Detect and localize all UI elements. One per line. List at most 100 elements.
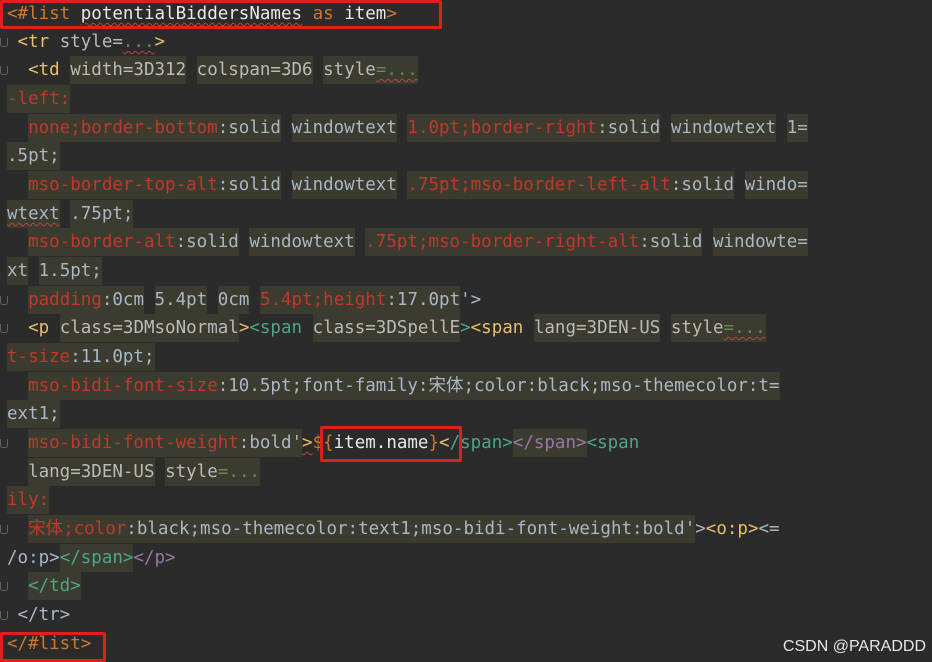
code-token: mso-bidi-font-weight [28,429,239,457]
code-line[interactable]: <p class=3DMsoNormal><span class=3DSpell… [7,314,766,342]
code-token: =... [375,56,418,84]
code-token: > [302,433,313,453]
code-token: :solid [217,114,281,142]
code-token: :solid [670,171,735,199]
code-line[interactable]: -left: [7,85,71,113]
code-token: :11.0pt; [70,343,155,371]
code-token: <span [249,318,313,338]
code-line[interactable]: lang=3DEN-US style=... [7,458,260,486]
code-token: ily: [7,486,50,514]
code-token: mso-border-top-alt [28,171,218,199]
code-token: = [112,32,123,52]
code-token: :10.5pt;font-family:宋体;color:black;mso-t… [217,372,780,400]
code-token: lang=3DEN-US [28,458,155,486]
code-token: class=3DSpellE [312,314,461,342]
code-token: windo= [744,171,808,199]
code-line[interactable]: mso-bidi-font-size:10.5pt;font-family:宋体… [7,372,780,400]
code-line[interactable]: .5pt; [7,142,60,170]
code-line[interactable]: wtext .75pt; [7,200,134,228]
code-line[interactable]: <td width=3D312 colspan=3D6 style=... [7,56,418,84]
code-token: 1.5pt; [38,257,102,285]
code-token: > [695,519,706,539]
code-token: <= [758,519,780,539]
fold-marker-icon[interactable] [0,582,8,591]
code-token: </p> [133,548,176,568]
code-token: > [460,318,471,338]
highlight-box-list-open [0,0,442,29]
fold-marker-icon[interactable] [0,38,8,47]
code-token: .75pt; [70,200,134,228]
code-token: /o:p> [7,548,60,568]
code-line[interactable]: 宋体;color:black;mso-themecolor:text1;mso-… [7,515,780,543]
code-token: ext1; [7,400,60,428]
code-token: =... [723,314,766,342]
code-line[interactable]: ily: [7,486,50,514]
code-token: 1= [786,114,808,142]
code-line[interactable]: mso-border-alt:solid windowtext .75pt;ms… [7,228,808,256]
code-token: > [154,32,166,52]
code-line[interactable]: t-size:11.0pt; [7,343,155,371]
code-line[interactable]: xt 1.5pt; [7,257,102,285]
code-token: lang=3DEN-US [533,314,661,342]
highlight-box-list-close [0,632,106,662]
fold-marker-icon[interactable] [0,66,8,75]
code-token: :solid [597,114,661,142]
fold-marker-icon[interactable] [0,611,8,620]
code-line[interactable]: none;border-bottom:solid windowtext 1.0p… [7,114,808,142]
code-token: </td> [28,572,81,600]
code-token: -left: [7,85,71,113]
code-token: ... [122,32,155,52]
code-line[interactable]: padding:0cm 5.4pt 0cm 5.4pt;height:17.0p… [7,286,481,314]
code-token: '> [460,290,482,310]
code-line[interactable]: /o:p></span></p> [7,544,176,572]
code-token: mso-bidi-font-size [28,372,218,400]
code-token: colspan=3D6 [196,56,313,84]
code-line[interactable]: </td> [7,572,81,600]
code-line[interactable]: </tr> [7,601,71,629]
code-token: .5pt; [7,142,60,170]
code-token: :solid [175,228,239,256]
code-token: =... [217,458,260,486]
code-token: 5.4pt;height [259,286,387,314]
code-token: <tr [7,32,60,52]
code-token: :solid [639,228,703,256]
code-token: :solid [217,171,281,199]
code-token: style [323,56,376,84]
code-token: t-size [7,343,71,371]
code-editor[interactable]: <#list potentialBiddersNames as item> <t… [0,0,932,662]
fold-marker-icon[interactable] [0,324,8,333]
code-token: 宋体;color [28,515,127,543]
code-token: class=3DMsoNormal [59,314,239,342]
code-token: <td [7,60,71,80]
fold-marker-icon[interactable] [0,296,8,305]
code-token: none;border-bottom [28,114,218,142]
code-token: width=3D312 [70,56,187,84]
fold-marker-icon[interactable] [0,525,8,534]
code-token: .75pt;mso-border-right-alt [365,228,640,256]
code-token: </span> [59,544,134,572]
code-token: windowtext [291,114,397,142]
fold-marker-icon[interactable] [0,439,8,448]
code-line[interactable]: <tr style=...> [7,28,166,56]
code-line[interactable]: mso-border-top-alt:solid windowtext .75p… [7,171,808,199]
code-line[interactable]: ext1; [7,400,60,428]
